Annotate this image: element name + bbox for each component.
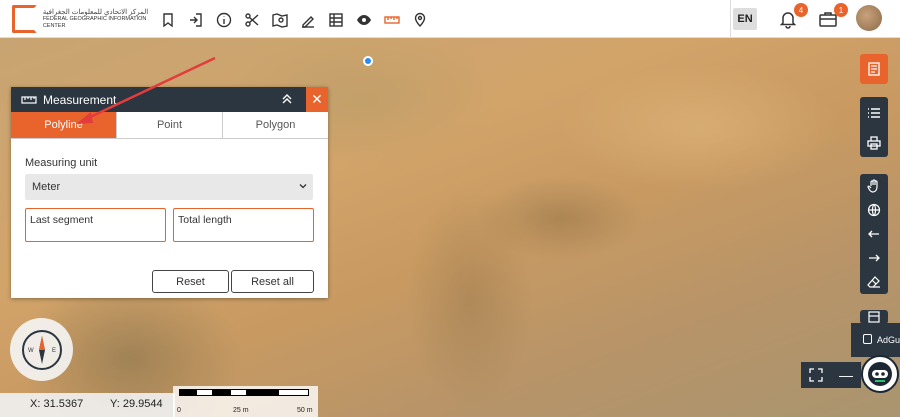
notifications-button[interactable]: 4: [774, 3, 808, 32]
compass-icon: W E: [21, 329, 62, 370]
basemap-icon: [868, 311, 880, 323]
scale-segment: [278, 389, 309, 396]
x-coordinate: X: 31.5367: [30, 398, 84, 410]
close-button[interactable]: ✕: [306, 87, 328, 112]
hand-icon: [867, 179, 878, 193]
unit-select-value: Meter: [32, 181, 61, 193]
tool-icons: [156, 8, 431, 31]
logo-text-english: FEDERAL GEOGRAPHIC INFORMATION CENTER: [42, 15, 147, 29]
location-marker: [363, 56, 373, 66]
basemap-button[interactable]: [860, 310, 888, 324]
bookmark-icon[interactable]: [156, 8, 179, 31]
fullscreen-icon: [809, 368, 823, 382]
collapse-icon[interactable]: [279, 91, 295, 107]
language-button[interactable]: EN: [733, 8, 757, 30]
last-segment-field: Last segment: [25, 208, 166, 242]
minus-icon: —: [839, 367, 853, 383]
last-segment-label: Last segment: [30, 214, 94, 226]
scale-segment: [196, 389, 213, 396]
reset-all-button[interactable]: Reset all: [231, 270, 314, 293]
pan-button[interactable]: [860, 174, 888, 198]
tab-polygon[interactable]: Polygon: [223, 112, 328, 138]
coordinates-readout: X: 31.5367 Y: 29.9544: [0, 393, 175, 417]
info-icon[interactable]: [212, 8, 235, 31]
reset-button[interactable]: Reset: [152, 270, 229, 293]
adguard-label: AdGu: [877, 335, 900, 345]
measure-icon[interactable]: [380, 8, 403, 31]
robot-icon: [868, 362, 892, 386]
layers-panel-button[interactable]: [860, 54, 888, 84]
tab-point[interactable]: Point: [117, 112, 223, 138]
location-pin-icon[interactable]: [408, 8, 431, 31]
ruler-icon: [21, 95, 37, 104]
tab-polyline[interactable]: Polyline: [11, 112, 117, 138]
scale-segment: [179, 389, 196, 396]
document-icon: [868, 62, 880, 76]
logo-text-arabic: المركز الاتحادي للمعلومات الجغرافية: [42, 8, 149, 16]
svg-text:E: E: [52, 348, 56, 354]
print-button[interactable]: [860, 131, 888, 155]
eraser-icon: [867, 276, 880, 288]
login-icon[interactable]: [184, 8, 207, 31]
chatbot-button[interactable]: [861, 355, 899, 393]
right-toolbar-group-1: [860, 97, 888, 157]
tab-bar: Polyline Point Polygon: [11, 112, 328, 139]
close-icon: ✕: [311, 91, 323, 107]
svg-text:W: W: [28, 348, 34, 354]
map-search-icon[interactable]: [268, 8, 291, 31]
panel-title: Measurement: [43, 92, 117, 107]
eraser-button[interactable]: [860, 270, 888, 294]
compass-widget[interactable]: W E: [10, 318, 73, 381]
list-button[interactable]: [860, 101, 888, 125]
eye-icon[interactable]: [352, 8, 375, 31]
notifications-badge: 4: [794, 3, 808, 17]
toolbar-divider: [730, 0, 731, 38]
scale-segment: [230, 389, 247, 396]
measurement-panel: Measurement ✕ Polyline Point Polygon Mea…: [11, 87, 328, 298]
total-length-field: Total length: [173, 208, 314, 242]
briefcase-button[interactable]: 1: [814, 3, 848, 32]
scale-label-25: 25 m: [233, 407, 249, 414]
globe-icon: [867, 203, 881, 217]
y-coordinate: Y: 29.9544: [110, 398, 163, 410]
adguard-widget[interactable]: AdGu: [851, 323, 900, 357]
top-toolbar: المركز الاتحادي للمعلومات الجغرافية FEDE…: [0, 0, 900, 38]
previous-extent-button[interactable]: [860, 222, 888, 246]
scale-bar: 0 25 m 50 m: [173, 386, 318, 417]
fullscreen-button[interactable]: [801, 362, 831, 388]
print-icon: [867, 136, 881, 150]
arrow-left-icon: [868, 230, 879, 238]
list-icon: [868, 108, 880, 118]
chevron-down-icon: [299, 184, 307, 189]
right-toolbar-group-3: [860, 310, 888, 324]
scale-segment: [247, 389, 278, 396]
total-length-label: Total length: [178, 214, 232, 226]
adguard-icon: [863, 334, 872, 344]
scale-label-0: 0: [177, 407, 181, 414]
next-extent-button[interactable]: [860, 246, 888, 270]
globe-button[interactable]: [860, 198, 888, 222]
briefcase-badge: 1: [834, 3, 848, 17]
logo-mark: [12, 5, 37, 33]
scale-segment: [213, 389, 230, 396]
scale-label-50: 50 m: [297, 407, 313, 414]
table-icon[interactable]: [324, 8, 347, 31]
right-toolbar-group-2: [860, 174, 888, 294]
logo-text: المركز الاتحادي للمعلومات الجغرافية FEDE…: [43, 9, 152, 30]
unit-select[interactable]: Meter: [25, 174, 313, 200]
avatar[interactable]: [856, 5, 882, 31]
draw-icon[interactable]: [296, 8, 319, 31]
panel-header: Measurement ✕: [11, 87, 328, 112]
zoom-out-button[interactable]: —: [831, 362, 861, 388]
arrow-right-icon: [869, 254, 880, 262]
measuring-unit-label: Measuring unit: [25, 157, 98, 169]
scissors-icon[interactable]: [240, 8, 263, 31]
logo: المركز الاتحادي للمعلومات الجغرافية FEDE…: [12, 4, 152, 34]
